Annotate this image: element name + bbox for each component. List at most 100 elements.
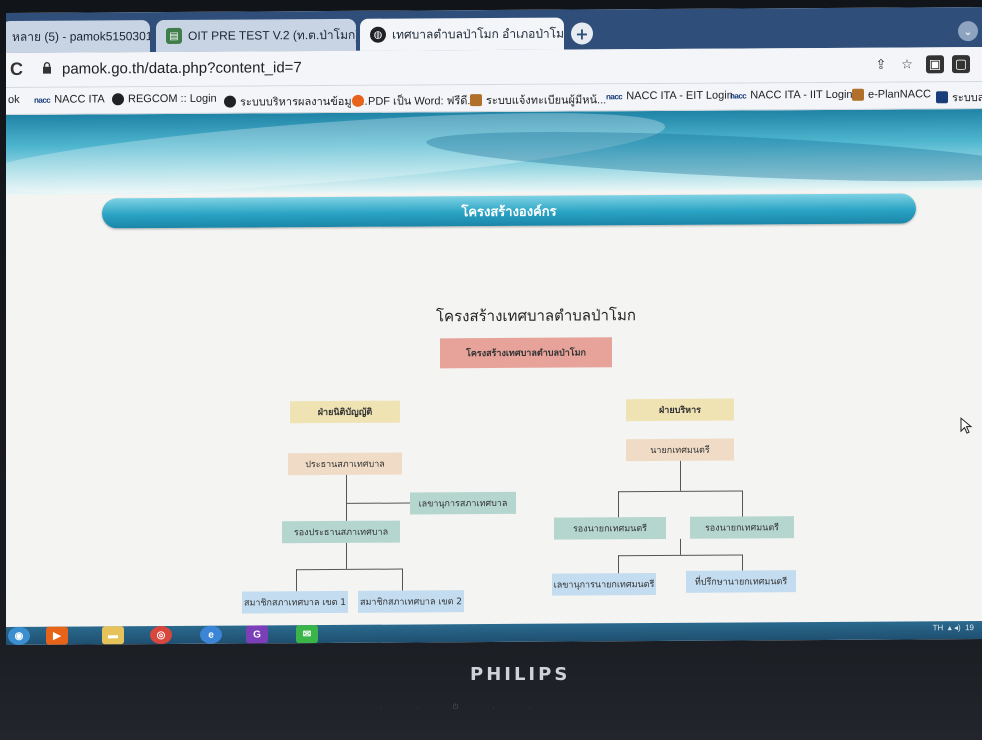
monitor-button: · <box>380 704 383 712</box>
mayor-box: นายกเทศมนตรี <box>626 438 734 462</box>
bookmark-label: REGCOM :: Login <box>128 92 217 106</box>
lock-icon <box>43 62 51 74</box>
banner-wave <box>425 122 982 191</box>
bookmark-label: ระบบสาน <box>952 91 982 105</box>
council-member-zone1-box: สมาชิกสภาเทศบาล เขต 1 <box>242 590 348 614</box>
monitor-button: · <box>416 704 419 712</box>
connector-line <box>742 490 743 517</box>
folder-icon[interactable]: ▬ <box>102 626 124 645</box>
person-icon <box>470 94 482 107</box>
bookmark-label: ok <box>8 93 20 106</box>
monitor-button: · <box>528 704 531 712</box>
council-member-zone2-box: สมาชิกสภาเทศบาล เขต 2 <box>358 590 464 613</box>
header-banner <box>6 109 982 210</box>
line-icon[interactable]: ✉ <box>296 625 318 644</box>
globe-icon <box>112 93 124 106</box>
bookmark-label: ระบบบริหารผลงานข้อมูล... <box>240 95 368 109</box>
monitor-frame: หลาย (5) - pamok5150301 × ▤ OIT PRE TEST… <box>0 0 982 740</box>
bookmark-item[interactable]: ok <box>8 94 20 106</box>
bookmark-label: NACC ITA - IIT Login <box>750 88 853 102</box>
start-icon[interactable]: ◉ <box>8 626 30 645</box>
connector-line <box>618 554 742 557</box>
share-icon[interactable]: ⇪ <box>872 56 890 74</box>
forms-icon: ▤ <box>166 27 182 45</box>
connector-line <box>402 568 403 591</box>
mayor-advisor-box: ที่ปรึกษานายกเทศมนตรี <box>686 570 796 593</box>
browser-tab-strip: หลาย (5) - pamok5150301 × ▤ OIT PRE TEST… <box>6 7 982 54</box>
tab-pamok-municipality[interactable]: ◍ เทศบาลตำบลป่าโมก อำเภอป่าโมก จังห × <box>360 17 564 51</box>
chrome-icon[interactable]: ◎ <box>150 625 172 645</box>
connector-line <box>346 502 410 504</box>
bookmark-label: NACC ITA - EIT Login <box>626 89 733 103</box>
tab-search-icon[interactable]: ▢ <box>952 55 970 74</box>
app-icon <box>936 91 948 104</box>
monitor-brand-logo: PHILIPS <box>470 664 571 685</box>
connector-line <box>680 460 681 491</box>
ie-icon[interactable]: e <box>200 625 222 644</box>
council-vice-box: รองประธานสภาเทศบาล <box>282 520 400 544</box>
bookmark-label: ระบบแจ้งทะเบียนผู้มีหน้... <box>486 94 607 108</box>
address-bar[interactable]: pamok.go.th/data.php?content_id=7 <box>62 59 302 77</box>
tab-label: เทศบาลตำบลป่าโมก อำเภอป่าโมก จังห <box>392 26 564 42</box>
connector-line <box>680 538 681 555</box>
screen: หลาย (5) - pamok5150301 × ▤ OIT PRE TEST… <box>6 7 982 645</box>
nacc-icon: nacc <box>34 95 51 105</box>
monitor-buttons: · · ⏻ · · <box>380 700 640 716</box>
nacc-icon: nacc <box>606 91 623 101</box>
reload-button[interactable]: C <box>10 59 23 80</box>
connector-line <box>618 490 742 493</box>
org-chart-title: โครงสร้างเทศบาลตำบลป่าโมก <box>436 306 636 326</box>
address-toolbar: C pamok.go.th/data.php?content_id=7 ⇪ ☆ … <box>6 47 982 88</box>
connector-line <box>346 542 347 569</box>
tab-label: หลาย (5) - pamok5150301 <box>12 28 150 44</box>
council-secretary-box: เลขานุการสภาเทศบาล <box>410 491 516 515</box>
connector-line <box>618 555 619 574</box>
clock[interactable]: 19 <box>965 623 974 632</box>
bookmark-item[interactable]: PDF เป็น Word: ฟรีดี... <box>352 91 477 110</box>
web-page: โครงสร้างองค์กร โครงสร้างเทศบาลตำบลป่าโม… <box>6 109 982 627</box>
mouse-cursor-icon <box>960 417 973 434</box>
org-top-box: โครงสร้างเทศบาลตำบลป่าโมก <box>440 337 612 369</box>
mayor-secretary-box: เลขานุการนายกเทศมนตรี <box>552 573 656 596</box>
legislative-box: ฝ่ายนิติบัญญัติ <box>290 400 400 424</box>
tab-label: OIT PRE TEST V.2 (ท.ต.ป่าโมก) - Gc <box>188 27 356 43</box>
bookmark-star-icon[interactable]: ☆ <box>898 55 916 73</box>
connector-line <box>346 474 347 521</box>
deputy-mayor-2-box: รองนายกเทศมนตรี <box>690 516 794 539</box>
globe-icon: ◍ <box>370 26 386 43</box>
media-icon[interactable]: ▶ <box>46 626 68 645</box>
person-icon <box>852 88 864 101</box>
bookmark-item[interactable]: ระบบสาน <box>936 88 982 106</box>
monitor-button: · <box>492 704 495 712</box>
bookmark-item[interactable]: ระบบแจ้งทะเบียนผู้มีหน้... <box>470 90 606 109</box>
bookmark-label: PDF เป็น Word: ฟรีดี... <box>368 95 477 108</box>
bookmark-item[interactable]: nacc NACC ITA - IIT Login <box>730 89 853 102</box>
council-president-box: ประธานสภาเทศบาล <box>288 452 402 476</box>
pdf-icon[interactable]: G <box>246 625 268 644</box>
tab-oit-pretest[interactable]: ▤ OIT PRE TEST V.2 (ท.ต.ป่าโมก) - Gc × <box>156 18 356 53</box>
bookmark-label: NACC ITA <box>54 93 105 106</box>
new-tab-button[interactable]: + <box>571 22 593 45</box>
bookmark-item[interactable]: e-PlanNACC <box>852 88 931 101</box>
connector-line <box>618 491 619 518</box>
connector-line <box>742 554 743 571</box>
power-icon: ⏻ <box>452 704 459 711</box>
bookmark-item[interactable]: REGCOM :: Login <box>112 93 217 106</box>
system-tray[interactable]: TH ▴ ◂) 19 <box>933 623 974 632</box>
deputy-mayor-1-box: รองนายกเทศมนตรี <box>554 516 666 540</box>
chevron-down-icon[interactable]: ⌄ <box>958 21 978 42</box>
bookmark-label: e-PlanNACC <box>868 88 931 101</box>
executive-box: ฝ่ายบริหาร <box>626 398 734 422</box>
globe-icon <box>224 95 236 108</box>
connector-line <box>296 568 402 571</box>
bookmark-item[interactable]: nacc NACC ITA - EIT Login <box>606 90 733 103</box>
bookmark-item[interactable]: nacc NACC ITA <box>34 93 105 105</box>
tab-mail[interactable]: หลาย (5) - pamok5150301 × <box>6 20 150 54</box>
extension-icon[interactable]: ▣ <box>926 55 944 74</box>
section-header: โครงสร้างองค์กร <box>102 193 916 229</box>
nacc-icon: nacc <box>730 90 747 101</box>
pdf-icon <box>352 94 364 107</box>
connector-line <box>296 569 297 592</box>
bookmark-item[interactable]: ระบบบริหารผลงานข้อมูล... <box>224 92 368 111</box>
language-indicator[interactable]: TH <box>933 623 944 632</box>
